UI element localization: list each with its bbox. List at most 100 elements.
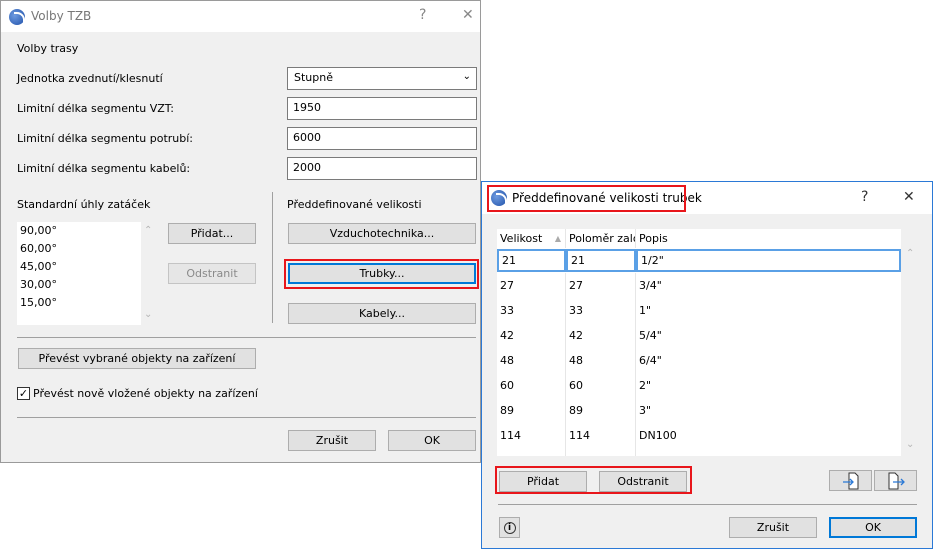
description-cell[interactable]: 1" [636, 298, 901, 323]
description-cell[interactable]: 5/4" [636, 323, 901, 348]
table-row[interactable]: 141141DN125 [497, 448, 901, 456]
close-button[interactable]: ✕ [903, 189, 915, 205]
cancel-button[interactable]: Zrušit [729, 517, 817, 538]
size-cell[interactable]: 27 [497, 273, 566, 298]
unit-select-value: Stupně [294, 71, 333, 84]
pipe-sizes-table[interactable]: Velikost ▲ Poloměr zalo Popis 21 21 1/2" 27 2… [497, 229, 901, 456]
list-item[interactable]: 60,00° [17, 240, 141, 258]
chevron-down-icon: ⌄ [462, 71, 471, 82]
ok-button[interactable]: OK [388, 430, 476, 451]
pipes-button[interactable]: Trubky... [288, 263, 476, 284]
scroll-up-icon[interactable]: ⌃ [906, 248, 914, 259]
description-cell[interactable]: 3/4" [636, 273, 901, 298]
list-item[interactable]: 90,00° [17, 222, 141, 240]
size-cell[interactable]: 89 [497, 398, 566, 423]
cancel-button[interactable]: Zrušit [288, 430, 376, 451]
size-cell[interactable]: 114 [497, 423, 566, 448]
list-item[interactable]: 30,00° [17, 276, 141, 294]
size-cell[interactable]: 48 [497, 348, 566, 373]
dialog-title: Volby TZB [31, 9, 92, 23]
radius-cell[interactable]: 48 [566, 348, 636, 373]
size-cell[interactable]: 42 [497, 323, 566, 348]
import-button[interactable] [829, 470, 872, 491]
size-cell[interactable]: 33 [497, 298, 566, 323]
info-icon: i [503, 521, 516, 534]
dialog-title: Předdefinované velikosti trubek [512, 191, 702, 205]
radius-cell[interactable]: 42 [566, 323, 636, 348]
angles-title: Standardní úhly zatáček [17, 198, 151, 211]
help-button[interactable]: ? [419, 7, 426, 23]
column-header-description[interactable]: Popis [636, 229, 901, 248]
remove-size-button[interactable]: Odstranit [599, 471, 687, 492]
unit-select[interactable]: Stupně ⌄ [287, 67, 477, 90]
vertical-divider [272, 192, 273, 323]
radius-cell[interactable]: 33 [566, 298, 636, 323]
field-label: Jednotka zvednutí/klesnutí [17, 72, 163, 85]
column-header-radius[interactable]: Poloměr zalo [566, 229, 636, 248]
cables-button[interactable]: Kabely... [288, 303, 476, 324]
scroll-down-icon[interactable]: ⌄ [906, 439, 914, 450]
divider [17, 337, 476, 338]
convert-selected-button[interactable]: Převést vybrané objekty na zařízení [18, 348, 256, 369]
column-label: Velikost [500, 232, 543, 245]
app-logo-icon [9, 9, 25, 25]
section-title: Volby trasy [17, 42, 79, 55]
add-angle-button[interactable]: Přidat... [168, 223, 256, 244]
table-row[interactable]: 89 89 3" [497, 398, 901, 423]
divider [17, 417, 476, 418]
table-row[interactable]: 42 42 5/4" [497, 323, 901, 348]
radius-cell[interactable]: 60 [566, 373, 636, 398]
column-header-size[interactable]: Velikost ▲ [497, 229, 566, 248]
cable-length-input[interactable]: 2000 [287, 157, 477, 180]
radius-cell[interactable]: 114 [566, 423, 636, 448]
description-cell[interactable]: 6/4" [636, 348, 901, 373]
size-cell[interactable]: 21 [497, 249, 566, 272]
table-row[interactable]: 21 21 1/2" [497, 248, 901, 273]
list-item[interactable]: 15,00° [17, 294, 141, 312]
add-size-button[interactable]: Přidat [499, 471, 587, 492]
scroll-up-icon[interactable]: ⌃ [144, 225, 152, 236]
table-row[interactable]: 114 114 DN100 [497, 423, 901, 448]
ok-button[interactable]: OK [829, 517, 917, 538]
angles-list[interactable]: 90,00° 60,00° 45,00° 30,00° 15,00° [17, 222, 141, 325]
size-cell[interactable]: 60 [497, 373, 566, 398]
import-file-icon [842, 472, 858, 489]
convert-new-label[interactable]: Převést nově vložené objekty na zařízení [33, 387, 258, 400]
radius-cell[interactable]: 27 [566, 273, 636, 298]
vzt-length-input[interactable]: 1950 [287, 97, 477, 120]
table-row[interactable]: 33 33 1" [497, 298, 901, 323]
table-header: Velikost ▲ Poloměr zalo Popis [497, 229, 901, 248]
close-button[interactable]: ✕ [462, 7, 474, 23]
convert-new-checkbox[interactable]: ✓ [17, 387, 30, 400]
radius-cell[interactable]: 141 [566, 448, 636, 456]
table-row[interactable]: 27 27 3/4" [497, 273, 901, 298]
description-cell[interactable]: 1/2" [636, 249, 901, 272]
scroll-down-icon[interactable]: ⌄ [144, 309, 152, 320]
description-cell[interactable]: DN125 [636, 448, 901, 456]
remove-angle-button[interactable]: Odstranit [168, 263, 256, 284]
app-logo-icon [491, 190, 507, 206]
export-button[interactable] [874, 470, 917, 491]
radius-cell[interactable]: 21 [566, 249, 636, 272]
description-cell[interactable]: 3" [636, 398, 901, 423]
field-label: Limitní délka segmentu kabelů: [17, 162, 191, 175]
table-row[interactable]: 60 60 2" [497, 373, 901, 398]
divider [498, 504, 917, 505]
title-bar: Volby TZB ? ✕ [1, 1, 480, 32]
radius-cell[interactable]: 89 [566, 398, 636, 423]
description-cell[interactable]: DN100 [636, 423, 901, 448]
ventilation-button[interactable]: Vzduchotechnika... [288, 223, 476, 244]
table-row[interactable]: 48 48 6/4" [497, 348, 901, 373]
info-button[interactable]: i [499, 517, 520, 538]
list-item[interactable]: 45,00° [17, 258, 141, 276]
pipe-length-input[interactable]: 6000 [287, 127, 477, 150]
help-button[interactable]: ? [861, 189, 868, 205]
sort-ascending-icon: ▲ [554, 234, 561, 243]
field-label: Limitní délka segmentu VZT: [17, 102, 175, 115]
volby-tzb-dialog: Volby TZB ? ✕ Volby trasy Jednotka zvedn… [0, 0, 481, 463]
field-label: Limitní délka segmentu potrubí: [17, 132, 193, 145]
description-cell[interactable]: 2" [636, 373, 901, 398]
export-file-icon [888, 472, 905, 489]
size-cell[interactable]: 141 [497, 448, 566, 456]
title-bar: Předdefinované velikosti trubek ? ✕ [482, 182, 932, 214]
